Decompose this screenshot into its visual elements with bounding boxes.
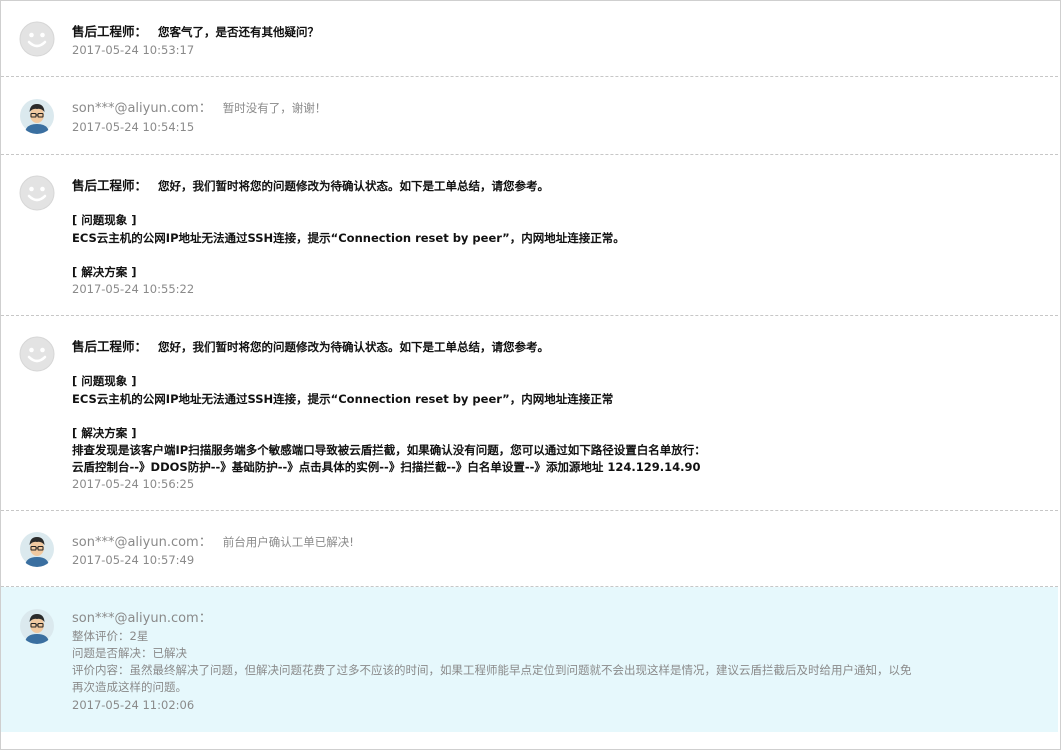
user-avatar-icon (20, 609, 54, 644)
sender-name: 售后工程师： (72, 24, 148, 39)
message-text: 您好，我们暂时将您的问题修改为待确认状态。如下是工单总结，请您参考。 (157, 179, 549, 193)
user-avatar-icon (20, 532, 54, 567)
divider (1, 154, 1058, 155)
section-detail: 云盾控制台--》DDOS防护--》基础防护--》点击具体的实例--》扫描拦截--… (72, 460, 701, 474)
timestamp: 2017-05-24 10:54:15 (72, 120, 195, 134)
divider (1, 76, 1058, 77)
section-heading: [ 解决方案 ] (72, 265, 137, 279)
divider (1, 315, 1058, 316)
section-detail: ECS云主机的公网IP地址无法通过SSH连接，提示“Connection res… (72, 231, 625, 245)
section-detail: 排查发现是该客户端IP扫描服务端多个敏感端口导致被云盾拦截，如果确认没有问题，您… (72, 443, 706, 457)
timestamp: 2017-05-24 11:02:06 (72, 698, 195, 712)
section-heading: [ 解决方案 ] (72, 426, 137, 440)
section-detail: ECS云主机的公网IP地址无法通过SSH连接，提示“Connection res… (72, 392, 614, 406)
message-text: 您客气了，是否还有其他疑问？ (157, 25, 319, 39)
sender-name: 售后工程师： (72, 178, 148, 193)
section-heading: [ 问题现象 ] (72, 374, 137, 388)
rating-comment: 评价内容：虽然最终解决了问题，但解决问题花费了过多不应该的时间，如果工程师能早点… (72, 663, 912, 677)
message-text: 您好，我们暂时将您的问题修改为待确认状态。如下是工单总结，请您参考。 (157, 340, 549, 354)
sender-name: son***@aliyun.com： (72, 611, 212, 626)
timestamp: 2017-05-24 10:57:49 (72, 553, 195, 567)
ticket-conversation: 售后工程师： 您客气了，是否还有其他疑问？ 2017-05-24 10:53:1… (0, 0, 1061, 750)
timestamp: 2017-05-24 10:53:17 (72, 43, 195, 57)
timestamp: 2017-05-24 10:56:25 (72, 477, 195, 491)
sender-name: son***@aliyun.com： (72, 101, 212, 116)
default-avatar-icon (19, 175, 55, 211)
rating-comment: 再次造成这样的问题。 (72, 680, 187, 694)
sender-name: 售后工程师： (72, 339, 148, 354)
timestamp: 2017-05-24 10:55:22 (72, 282, 195, 296)
section-heading: [ 问题现象 ] (72, 213, 137, 227)
default-avatar-icon (19, 336, 55, 372)
default-avatar-icon (19, 21, 55, 57)
sender-name: son***@aliyun.com： (72, 535, 212, 550)
message-text: 暂时没有了，谢谢！ (222, 101, 327, 115)
user-avatar-icon (20, 99, 54, 134)
rating-text: 整体评价：2星 (72, 629, 149, 643)
resolved-status: 问题是否解决：已解决 (72, 646, 187, 660)
divider (1, 510, 1058, 511)
message-text: 前台用户确认工单已解决! (222, 535, 354, 549)
